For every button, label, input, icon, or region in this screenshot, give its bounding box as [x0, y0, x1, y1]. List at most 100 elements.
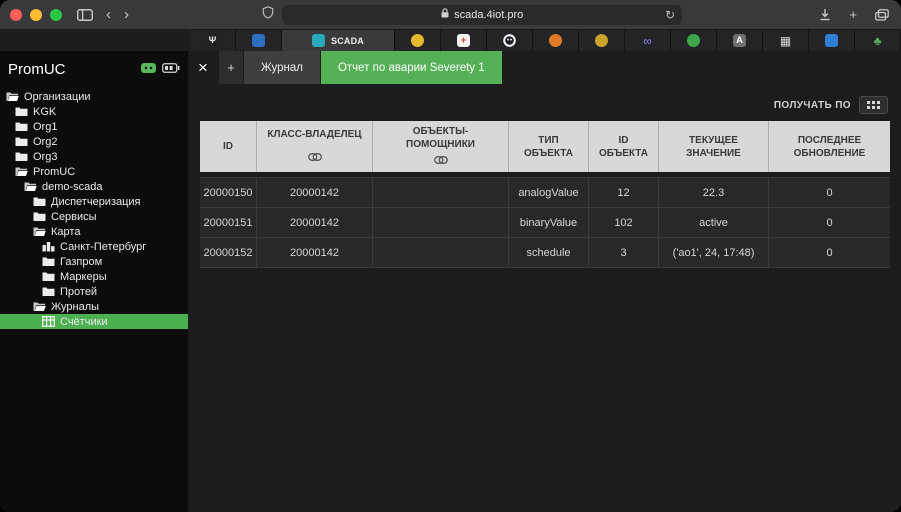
folder-open-icon [24, 181, 37, 192]
tree-item-saint-petersburg[interactable]: Санкт-Петербург [0, 239, 188, 254]
back-button[interactable]: ‹ [104, 7, 113, 22]
tree-item-services[interactable]: Сервисы [0, 209, 188, 224]
column-header: ID [200, 121, 256, 172]
report-tab-label: Журнал [261, 62, 303, 74]
tree-item-promuc[interactable]: PromUC [0, 164, 188, 179]
blue-square-icon [825, 34, 838, 47]
browser-tab-plant[interactable]: ♣ [855, 30, 901, 51]
sidebar: PromUC ОрганизацииKGKOrg1Org2Org3PromUCd… [0, 51, 188, 512]
browser-tab-blue-square[interactable] [809, 30, 855, 51]
tree-item-dispatching[interactable]: Диспетчеризация [0, 194, 188, 209]
forward-button[interactable]: › [122, 7, 131, 22]
column-header-label: ОБЪЕКТЫ-ПОМОЩНИКИ [381, 125, 500, 151]
refresh-button[interactable]: ↻ [665, 8, 675, 22]
link-icon [434, 155, 448, 168]
table-cell: 22.3 [658, 178, 768, 207]
browser-tab-gold-app[interactable] [579, 30, 625, 51]
battery-icon [162, 60, 180, 78]
table-cell: 0 [768, 238, 890, 267]
table-cell: 3 [588, 238, 658, 267]
tree-item-label: Газпром [60, 256, 102, 268]
column-header-label: ТЕКУЩЕЕ ЗНАЧЕНИЕ [667, 134, 760, 160]
browser-tab-utensils[interactable]: Ψ [190, 30, 236, 51]
folder-icon [15, 136, 28, 147]
minimize-button[interactable] [30, 9, 42, 21]
tree-item-counters[interactable]: Счётчики [0, 314, 188, 329]
tree-item-org2[interactable]: Org2 [0, 134, 188, 149]
table-cell: 20000151 [200, 208, 256, 237]
tree-item-label: Протей [60, 286, 97, 298]
tree-item-kgk[interactable]: KGK [0, 104, 188, 119]
github-icon [503, 34, 516, 47]
download-button[interactable] [817, 8, 833, 21]
status-icon [141, 60, 156, 78]
folder-icon [15, 121, 28, 132]
tree-item-organizations[interactable]: Организации [0, 89, 188, 104]
titlebar: ‹ › scada.4iot.pro ↻ + [0, 0, 901, 30]
titlebar-actions: + [817, 8, 891, 21]
tree-item-label: Санкт-Петербург [60, 241, 146, 253]
browser-tab-yellow-app[interactable] [395, 30, 441, 51]
browser-tab-infinity[interactable]: ∞ [625, 30, 671, 51]
utensils-icon: Ψ [206, 34, 219, 47]
tree-item-demo-scada[interactable]: demo-scada [0, 179, 188, 194]
add-report-tab-button[interactable]: + [219, 51, 243, 84]
table-cell: analogValue [508, 178, 588, 207]
folder-icon [42, 256, 55, 267]
shield-icon [262, 6, 274, 24]
report-tab-alarm-report[interactable]: Отчет по аварии Severety 1 [321, 51, 502, 84]
tree-item-gazprom[interactable]: Газпром [0, 254, 188, 269]
table-cell: 102 [588, 208, 658, 237]
lock-icon [441, 8, 449, 21]
tree-item-org1[interactable]: Org1 [0, 119, 188, 134]
table-cell: 20000150 [200, 178, 256, 207]
report-tab-label: Отчет по аварии Severety 1 [338, 62, 485, 74]
browser-tab-orange-app[interactable] [533, 30, 579, 51]
green-app-icon [687, 34, 700, 47]
table-cell: active [658, 208, 768, 237]
tree-item-markers[interactable]: Маркеры [0, 269, 188, 284]
orange-app-icon [549, 34, 562, 47]
tree-item-org3[interactable]: Org3 [0, 149, 188, 164]
tree-item-label: Org1 [33, 121, 57, 133]
report-tab-journal[interactable]: Журнал [244, 51, 320, 84]
table-cell: 20000142 [256, 238, 372, 267]
tree-item-label: Организации [24, 91, 91, 103]
table-row[interactable]: 2000015220000142schedule3('ao1', 24, 17:… [200, 238, 890, 268]
browser-tab-grid-app[interactable]: ▦ [763, 30, 809, 51]
table-row[interactable]: 2000015120000142binaryValue102active0 [200, 208, 890, 238]
address-bar[interactable]: scada.4iot.pro ↻ [282, 5, 682, 25]
report-table: IDКЛАСС-ВЛАДЕЛЕЦОБЪЕКТЫ-ПОМОЩНИКИТИП ОБЪ… [200, 121, 890, 268]
a-app-icon: A [733, 34, 746, 47]
fetch-by-label: ПОЛУЧАТЬ ПО [774, 100, 851, 111]
red-cross-icon: + [457, 34, 470, 47]
close-button[interactable] [10, 9, 22, 21]
tabstrip-spacer [0, 30, 190, 51]
browser-tab-green-app[interactable] [671, 30, 717, 51]
tree-item-journals[interactable]: Журналы [0, 299, 188, 314]
browser-tab-github[interactable] [487, 30, 533, 51]
table-row[interactable]: 2000015020000142analogValue1222.30 [200, 178, 890, 208]
report-tabbar: × + Журнал Отчет по аварии Severety 1 [188, 51, 901, 84]
tree-item-label: Счётчики [60, 316, 108, 328]
table-cell: 0 [768, 208, 890, 237]
fetch-mode-button[interactable] [859, 96, 888, 114]
browser-tab-a-app[interactable]: A [717, 30, 763, 51]
tree-item-protey[interactable]: Протей [0, 284, 188, 299]
zoom-button[interactable] [50, 9, 62, 21]
browser-tab-blue-app[interactable] [236, 30, 282, 51]
browser-tab-scada[interactable]: SCADA [282, 30, 395, 51]
sidebar-toggle-button[interactable] [75, 9, 95, 21]
app-area: PromUC ОрганизацииKGKOrg1Org2Org3PromUCd… [0, 51, 901, 512]
folder-icon [15, 106, 28, 117]
new-tab-button[interactable]: + [847, 8, 859, 21]
app-title: PromUC [8, 61, 135, 78]
tab-overview-button[interactable] [873, 9, 891, 21]
table-cell: 12 [588, 178, 658, 207]
infinity-icon: ∞ [641, 34, 654, 47]
browser-tab-red-cross[interactable]: + [441, 30, 487, 51]
tree-item-label: demo-scada [42, 181, 103, 193]
close-report-button[interactable]: × [188, 51, 218, 84]
column-header-label: КЛАСС-ВЛАДЕЛЕЦ [267, 128, 361, 141]
tree-item-map[interactable]: Карта [0, 224, 188, 239]
